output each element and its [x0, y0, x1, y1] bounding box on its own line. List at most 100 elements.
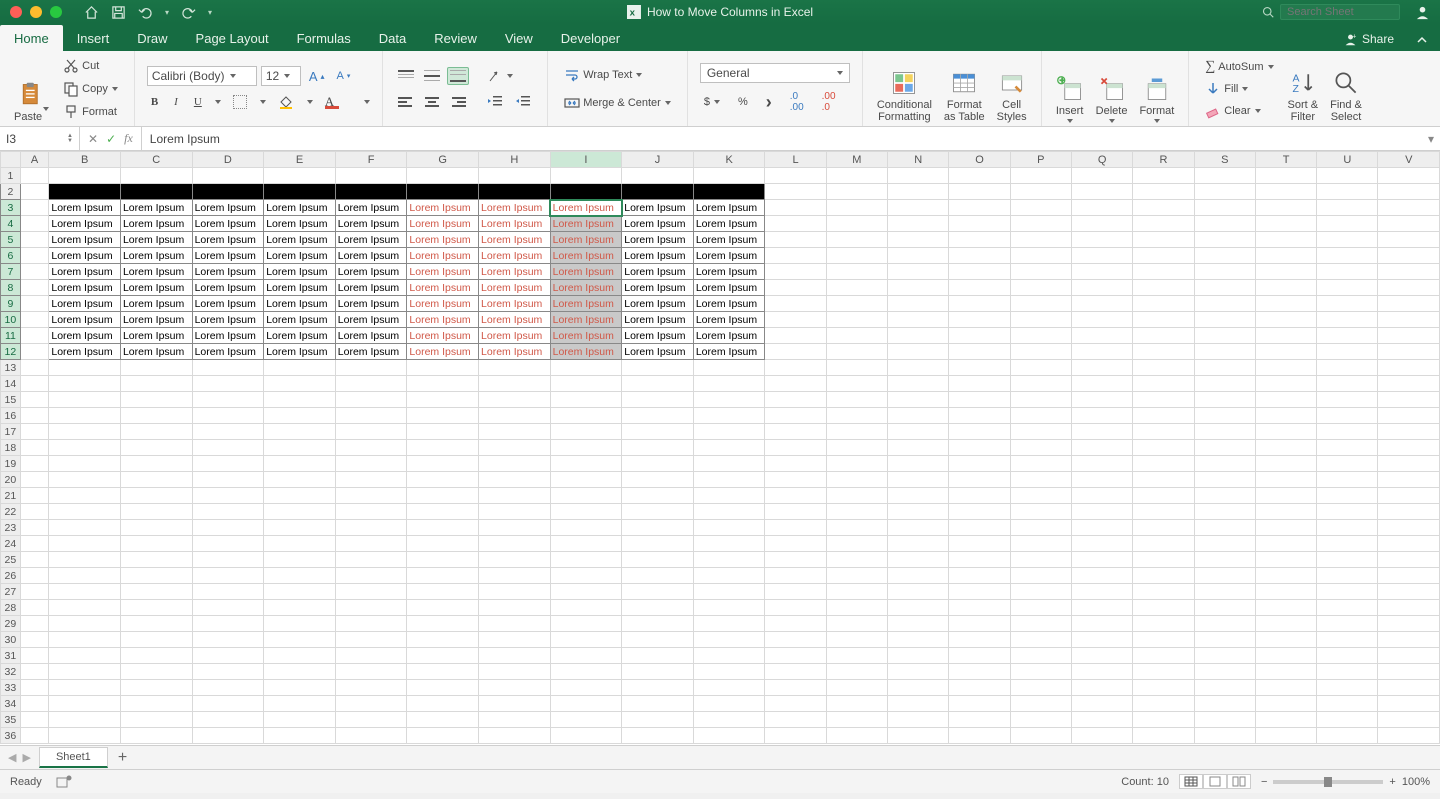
cell-D36[interactable]: [192, 728, 264, 744]
row-header-33[interactable]: 33: [1, 680, 21, 696]
cell-V1[interactable]: [1378, 168, 1440, 184]
cell-B4[interactable]: Lorem Ipsum: [49, 216, 121, 232]
cell-B19[interactable]: [49, 456, 121, 472]
cell-J10[interactable]: Lorem Ipsum: [622, 312, 694, 328]
zoom-in[interactable]: +: [1389, 776, 1395, 788]
cell-Q33[interactable]: [1071, 680, 1132, 696]
cell-K31[interactable]: [693, 648, 765, 664]
cell-K16[interactable]: [693, 408, 765, 424]
expand-formula-bar[interactable]: ▾: [1422, 132, 1440, 146]
row-header-28[interactable]: 28: [1, 600, 21, 616]
cell-P3[interactable]: [1010, 200, 1071, 216]
cell-T36[interactable]: [1255, 728, 1316, 744]
cell-H15[interactable]: [479, 392, 551, 408]
cell-I2[interactable]: [550, 184, 622, 200]
cell-P18[interactable]: [1010, 440, 1071, 456]
cell-D34[interactable]: [192, 696, 264, 712]
cell-F36[interactable]: [335, 728, 407, 744]
cell-Q15[interactable]: [1071, 392, 1132, 408]
confirm-edit[interactable]: ✓: [106, 132, 116, 146]
cell-H3[interactable]: Lorem Ipsum: [479, 200, 551, 216]
cell-R25[interactable]: [1133, 552, 1194, 568]
cell-H24[interactable]: [479, 536, 551, 552]
cell-A28[interactable]: [20, 600, 49, 616]
cell-T32[interactable]: [1255, 664, 1316, 680]
cell-L32[interactable]: [765, 664, 826, 680]
cell-C18[interactable]: [120, 440, 192, 456]
col-header-N[interactable]: N: [888, 152, 949, 168]
cell-Q24[interactable]: [1071, 536, 1132, 552]
cell-H33[interactable]: [479, 680, 551, 696]
cell-A13[interactable]: [20, 360, 49, 376]
cell-Q17[interactable]: [1071, 424, 1132, 440]
cell-E17[interactable]: [264, 424, 336, 440]
cell-F23[interactable]: [335, 520, 407, 536]
cell-L11[interactable]: [765, 328, 826, 344]
cell-B28[interactable]: [49, 600, 121, 616]
cell-J34[interactable]: [622, 696, 694, 712]
cell-T33[interactable]: [1255, 680, 1316, 696]
cell-I8[interactable]: Lorem Ipsum: [550, 280, 622, 296]
save-icon[interactable]: [111, 5, 126, 20]
cell-N36[interactable]: [888, 728, 949, 744]
cell-T14[interactable]: [1255, 376, 1316, 392]
cell-K17[interactable]: [693, 424, 765, 440]
cell-N34[interactable]: [888, 696, 949, 712]
cell-B31[interactable]: [49, 648, 121, 664]
cell-M26[interactable]: [826, 568, 887, 584]
tab-pagelayout[interactable]: Page Layout: [182, 25, 283, 51]
cell-L21[interactable]: [765, 488, 826, 504]
cell-J15[interactable]: [622, 392, 694, 408]
cell-H5[interactable]: Lorem Ipsum: [479, 232, 551, 248]
cell-M5[interactable]: [826, 232, 887, 248]
cell-O34[interactable]: [949, 696, 1010, 712]
cell-K12[interactable]: Lorem Ipsum: [693, 344, 765, 360]
cell-K21[interactable]: [693, 488, 765, 504]
cell-B30[interactable]: [49, 632, 121, 648]
cell-T25[interactable]: [1255, 552, 1316, 568]
cell-J8[interactable]: Lorem Ipsum: [622, 280, 694, 296]
cell-U22[interactable]: [1317, 504, 1378, 520]
cell-S30[interactable]: [1194, 632, 1255, 648]
cell-B32[interactable]: [49, 664, 121, 680]
cell-E9[interactable]: Lorem Ipsum: [264, 296, 336, 312]
format-cells-button[interactable]: Format: [1133, 55, 1180, 123]
cell-O23[interactable]: [949, 520, 1010, 536]
cell-C34[interactable]: [120, 696, 192, 712]
cell-D20[interactable]: [192, 472, 264, 488]
cell-Q7[interactable]: [1071, 264, 1132, 280]
cell-C1[interactable]: [120, 168, 192, 184]
cell-P5[interactable]: [1010, 232, 1071, 248]
cell-O2[interactable]: [949, 184, 1010, 200]
cell-F10[interactable]: Lorem Ipsum: [335, 312, 407, 328]
cell-D27[interactable]: [192, 584, 264, 600]
cell-P6[interactable]: [1010, 248, 1071, 264]
cell-J4[interactable]: Lorem Ipsum: [622, 216, 694, 232]
cell-E12[interactable]: Lorem Ipsum: [264, 344, 336, 360]
cell-M4[interactable]: [826, 216, 887, 232]
cell-C29[interactable]: [120, 616, 192, 632]
zoom-level[interactable]: 100%: [1402, 776, 1430, 788]
minimize-window[interactable]: [30, 6, 42, 18]
cell-G32[interactable]: [407, 664, 479, 680]
cell-F6[interactable]: Lorem Ipsum: [335, 248, 407, 264]
cell-T18[interactable]: [1255, 440, 1316, 456]
cell-O25[interactable]: [949, 552, 1010, 568]
cell-J16[interactable]: [622, 408, 694, 424]
cell-E34[interactable]: [264, 696, 336, 712]
cell-M13[interactable]: [826, 360, 887, 376]
cell-K28[interactable]: [693, 600, 765, 616]
cell-R2[interactable]: [1133, 184, 1194, 200]
cell-T26[interactable]: [1255, 568, 1316, 584]
cell-K25[interactable]: [693, 552, 765, 568]
cell-L2[interactable]: [765, 184, 826, 200]
cell-E2[interactable]: [264, 184, 336, 200]
cell-T20[interactable]: [1255, 472, 1316, 488]
cell-P26[interactable]: [1010, 568, 1071, 584]
cell-F2[interactable]: [335, 184, 407, 200]
row-header-19[interactable]: 19: [1, 456, 21, 472]
cell-M27[interactable]: [826, 584, 887, 600]
spreadsheet-grid[interactable]: ABCDEFGHIJKLMNOPQRSTUV123Lorem IpsumLore…: [0, 151, 1440, 745]
cell-T9[interactable]: [1255, 296, 1316, 312]
borders-drop[interactable]: [260, 100, 266, 104]
